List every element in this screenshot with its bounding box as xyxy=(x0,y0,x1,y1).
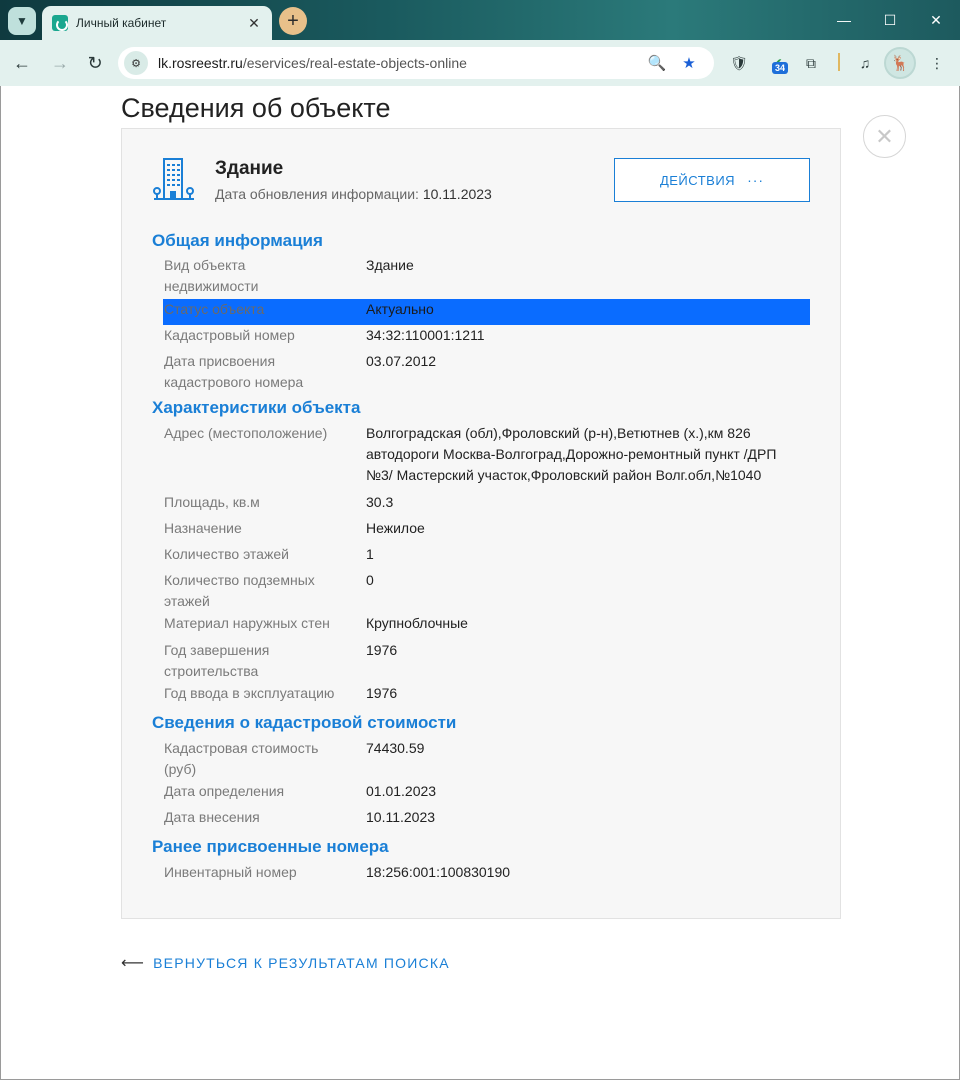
row-label: Статус объекта xyxy=(164,301,265,317)
browser-toolbar: ← → ↻ ⚙ lk.rosreestr.ru/eservices/real-e… xyxy=(0,40,960,86)
address-bar[interactable]: ⚙ lk.rosreestr.ru/eservices/real-estate-… xyxy=(118,47,714,79)
row-value: 0 xyxy=(366,572,374,588)
row-value: 10.11.2023 xyxy=(366,809,436,825)
url-domain: lk.rosreestr.ru xyxy=(158,55,243,71)
page-title: Сведения об объекте xyxy=(121,93,391,123)
browser-titlebar: ▼ Личный кабинет ✕ + — ☐ ✕ xyxy=(0,0,960,40)
actions-button[interactable]: ДЕЙСТВИЯ ··· xyxy=(614,158,810,202)
chevron-down-icon: ▼ xyxy=(16,14,28,28)
row-value: Волгоградская (обл),Фроловский (р-н),Вет… xyxy=(366,425,777,483)
page-viewport: Сведения об объекте ✕ Здание Дата обновл… xyxy=(0,86,960,1080)
toolbar-separator xyxy=(838,53,840,71)
media-queue-icon[interactable]: ♫ xyxy=(854,52,876,74)
back-arrow-icon[interactable]: ← xyxy=(10,51,34,75)
reload-icon[interactable]: ↻ xyxy=(83,51,107,75)
row-label: Материал наружных стен xyxy=(164,615,330,631)
object-card: Здание Дата обновления информации: 10.11… xyxy=(121,128,841,919)
row-value: 1976 xyxy=(366,685,398,701)
section-title-cadastral-value: Сведения о кадастровой стоимости xyxy=(152,713,457,732)
forward-arrow-icon[interactable]: → xyxy=(48,51,72,75)
section-title-previous-numbers: Ранее присвоенные номера xyxy=(152,837,389,856)
update-date-value: 10.11.2023 xyxy=(422,186,492,202)
rosreestr-favicon-icon xyxy=(52,15,68,31)
extension-badge: 34 xyxy=(772,62,789,74)
row-label: Площадь, кв.м xyxy=(164,494,260,510)
update-date-label: Дата обновления информации: xyxy=(215,186,419,202)
row-value: 1976 xyxy=(366,642,398,658)
object-type-title: Здание xyxy=(215,158,284,179)
browser-tab[interactable]: Личный кабинет ✕ xyxy=(42,6,272,40)
row-value: 1 xyxy=(366,546,374,562)
minimize-icon[interactable]: — xyxy=(832,8,856,32)
row-value: 18:256:001:100830190 xyxy=(366,864,511,880)
maximize-icon[interactable]: ☐ xyxy=(878,8,902,32)
row-label: Год завершения строительства xyxy=(164,642,270,679)
row-value: Здание xyxy=(366,257,414,273)
row-label: Кадастровая стоимость (руб) xyxy=(164,740,319,777)
row-label: Количество подземных этажей xyxy=(164,572,315,609)
new-tab-button[interactable]: + xyxy=(279,7,307,35)
url-text[interactable]: lk.rosreestr.ru/eservices/real-estate-ob… xyxy=(158,55,467,71)
tab-title: Личный кабинет xyxy=(76,16,167,30)
tab-close-icon[interactable]: ✕ xyxy=(246,15,262,32)
building-icon xyxy=(153,158,194,200)
tab-search-button[interactable]: ▼ xyxy=(8,7,36,35)
section-title-general: Общая информация xyxy=(152,231,323,250)
close-icon[interactable]: ✕ xyxy=(863,115,906,158)
row-label: Инвентарный номер xyxy=(164,864,297,880)
actions-button-label: ДЕЙСТВИЯ xyxy=(659,172,736,188)
row-label: Дата присвоения кадастрового номера xyxy=(164,353,304,390)
profile-avatar[interactable]: 🦌 xyxy=(884,47,916,79)
update-date-line: Дата обновления информации: 10.11.2023 xyxy=(215,186,492,202)
zoom-icon[interactable]: 🔍 xyxy=(647,53,667,73)
row-label: Дата внесения xyxy=(164,809,260,825)
row-label: Количество этажей xyxy=(164,546,289,562)
bookmark-star-icon[interactable]: ★ xyxy=(679,53,699,73)
extensions-puzzle-icon[interactable]: ⧉ xyxy=(800,52,822,74)
row-label: Кадастровый номер xyxy=(164,327,295,343)
arrow-left-icon: ⟵ xyxy=(121,955,146,972)
window-close-icon[interactable]: ✕ xyxy=(924,8,948,32)
row-value: Крупноблочные xyxy=(366,615,468,631)
row-value: 03.07.2012 xyxy=(366,353,437,369)
row-label: Адрес (местоположение) xyxy=(164,425,328,441)
section-title-characteristics: Характеристики объекта xyxy=(152,398,361,417)
row-value: 01.01.2023 xyxy=(366,783,437,799)
row-value: Актуально xyxy=(366,301,434,317)
menu-kebab-icon[interactable]: ⋮ xyxy=(926,52,948,74)
row-value: Нежилое xyxy=(366,520,425,536)
url-path: /eservices/real-estate-objects-online xyxy=(242,55,467,71)
row-value: 34:32:110001:1211 xyxy=(366,327,485,343)
row-label: Дата определения xyxy=(164,783,285,799)
row-label: Вид объекта недвижимости xyxy=(164,257,259,294)
ublock-shield-icon[interactable]: 🛡 xyxy=(728,52,750,74)
row-label: Год ввода в эксплуатацию xyxy=(164,685,335,701)
more-dots-icon: ··· xyxy=(747,172,765,188)
row-value: 30.3 xyxy=(366,494,394,510)
back-link-label: ВЕРНУТЬСЯ К РЕЗУЛЬТАТАМ ПОИСКА xyxy=(153,955,450,971)
back-to-results-link[interactable]: ⟵ ВЕРНУТЬСЯ К РЕЗУЛЬТАТАМ ПОИСКА xyxy=(121,953,450,973)
row-label: Назначение xyxy=(164,520,242,536)
row-value: 74430.59 xyxy=(366,740,425,756)
site-settings-icon[interactable]: ⚙ xyxy=(124,51,148,75)
